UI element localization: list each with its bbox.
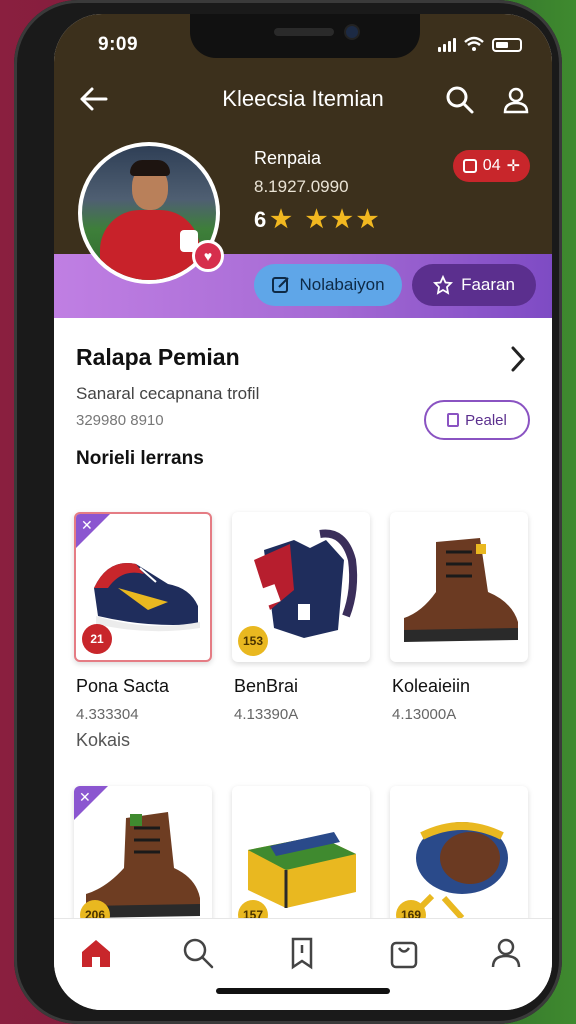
player-rating: 6 ★ ★ ★ ★: [254, 207, 378, 233]
star-icon: ★: [305, 206, 328, 233]
item-card[interactable]: 157: [232, 786, 370, 936]
edit-icon: [272, 277, 290, 293]
notch: [190, 14, 420, 58]
points-value: 04: [482, 157, 501, 174]
app-screen: 9:09 Kleecsia Itemian ♥ Renpaia 8.1927.0…: [54, 14, 552, 1010]
bottom-nav: [54, 918, 552, 1010]
price-badge: 153: [238, 626, 268, 656]
phone-frame: 9:09 Kleecsia Itemian ♥ Renpaia 8.1927.0…: [14, 0, 562, 1024]
camera: [346, 26, 358, 38]
user-icon[interactable]: [500, 84, 532, 116]
battery-icon: [492, 38, 522, 52]
player-info: Renpaia 8.1927.0990 6 ★ ★ ★ ★: [254, 148, 378, 233]
item-card[interactable]: 153: [232, 512, 370, 662]
star-icon: ★: [331, 206, 353, 233]
signal-icon: [438, 38, 456, 52]
main-content: Ralapa Pemian Sanaral cecapnana trofil 3…: [54, 318, 552, 936]
star-outline-icon: [433, 275, 454, 295]
coin-icon: [462, 159, 477, 173]
pill-label: Pealel: [465, 411, 507, 429]
section-subtitle: Sanaral cecapnana trofil: [76, 384, 260, 403]
status-icons: [438, 36, 522, 52]
item-name: Pona Sacta: [76, 676, 170, 696]
primary-action-button[interactable]: Nolabaiyon: [254, 264, 402, 306]
item-card[interactable]: 169: [390, 786, 528, 936]
secondary-action-button[interactable]: Faaran: [412, 264, 536, 306]
item-card[interactable]: ✕ 206: [74, 786, 212, 936]
item-number: 4.13000A: [392, 706, 457, 723]
star-icon: ★: [270, 206, 292, 233]
search-icon[interactable]: [444, 84, 476, 116]
home-icon[interactable]: [78, 935, 114, 971]
item-card[interactable]: ✕ 21: [74, 512, 212, 662]
chevron-right-icon[interactable]: [508, 344, 528, 374]
item-number: 4.333304: [76, 706, 139, 723]
boot-icon: [404, 538, 518, 642]
items-subheading: Norieli lerrans: [76, 448, 204, 469]
item-card[interactable]: [390, 512, 528, 662]
group-label: Kokais: [76, 730, 131, 750]
item-name: BenBrai: [234, 676, 299, 696]
status-time: 9:09: [98, 34, 139, 55]
page-title: Kleecsia Itemian: [222, 86, 384, 111]
item-name: Koleaieiin: [392, 676, 471, 696]
price-badge: 21: [82, 624, 112, 654]
star-icon: ★: [356, 206, 379, 233]
search-icon[interactable]: [180, 935, 216, 971]
section-title: Ralapa Pemian: [76, 344, 240, 370]
sneaker-icon: [94, 563, 200, 632]
home-indicator: [216, 988, 390, 994]
section-id: 329980 8910: [76, 412, 164, 429]
profile-icon[interactable]: [488, 935, 524, 971]
rating-value: 6: [254, 207, 267, 232]
points-badge[interactable]: 04 ✛: [452, 150, 530, 182]
top-bar: Kleecsia Itemian: [54, 82, 552, 118]
secondary-action-label: Faaran: [461, 275, 515, 294]
detail-pill-button[interactable]: Pealel: [424, 400, 530, 440]
bag-icon[interactable]: [386, 935, 422, 971]
primary-action-label: Nolabaiyon: [299, 275, 385, 294]
player-number: 8.1927.0990: [254, 177, 349, 196]
item-number: 4.13390A: [234, 706, 299, 723]
heart-icon[interactable]: ♥: [192, 240, 224, 272]
plus-icon: ✛: [506, 158, 520, 175]
bookmark-icon[interactable]: [284, 935, 320, 971]
wifi-icon: [464, 36, 484, 51]
document-icon: [447, 413, 460, 427]
speaker: [274, 28, 334, 36]
player-name: Renpaia: [254, 148, 322, 168]
